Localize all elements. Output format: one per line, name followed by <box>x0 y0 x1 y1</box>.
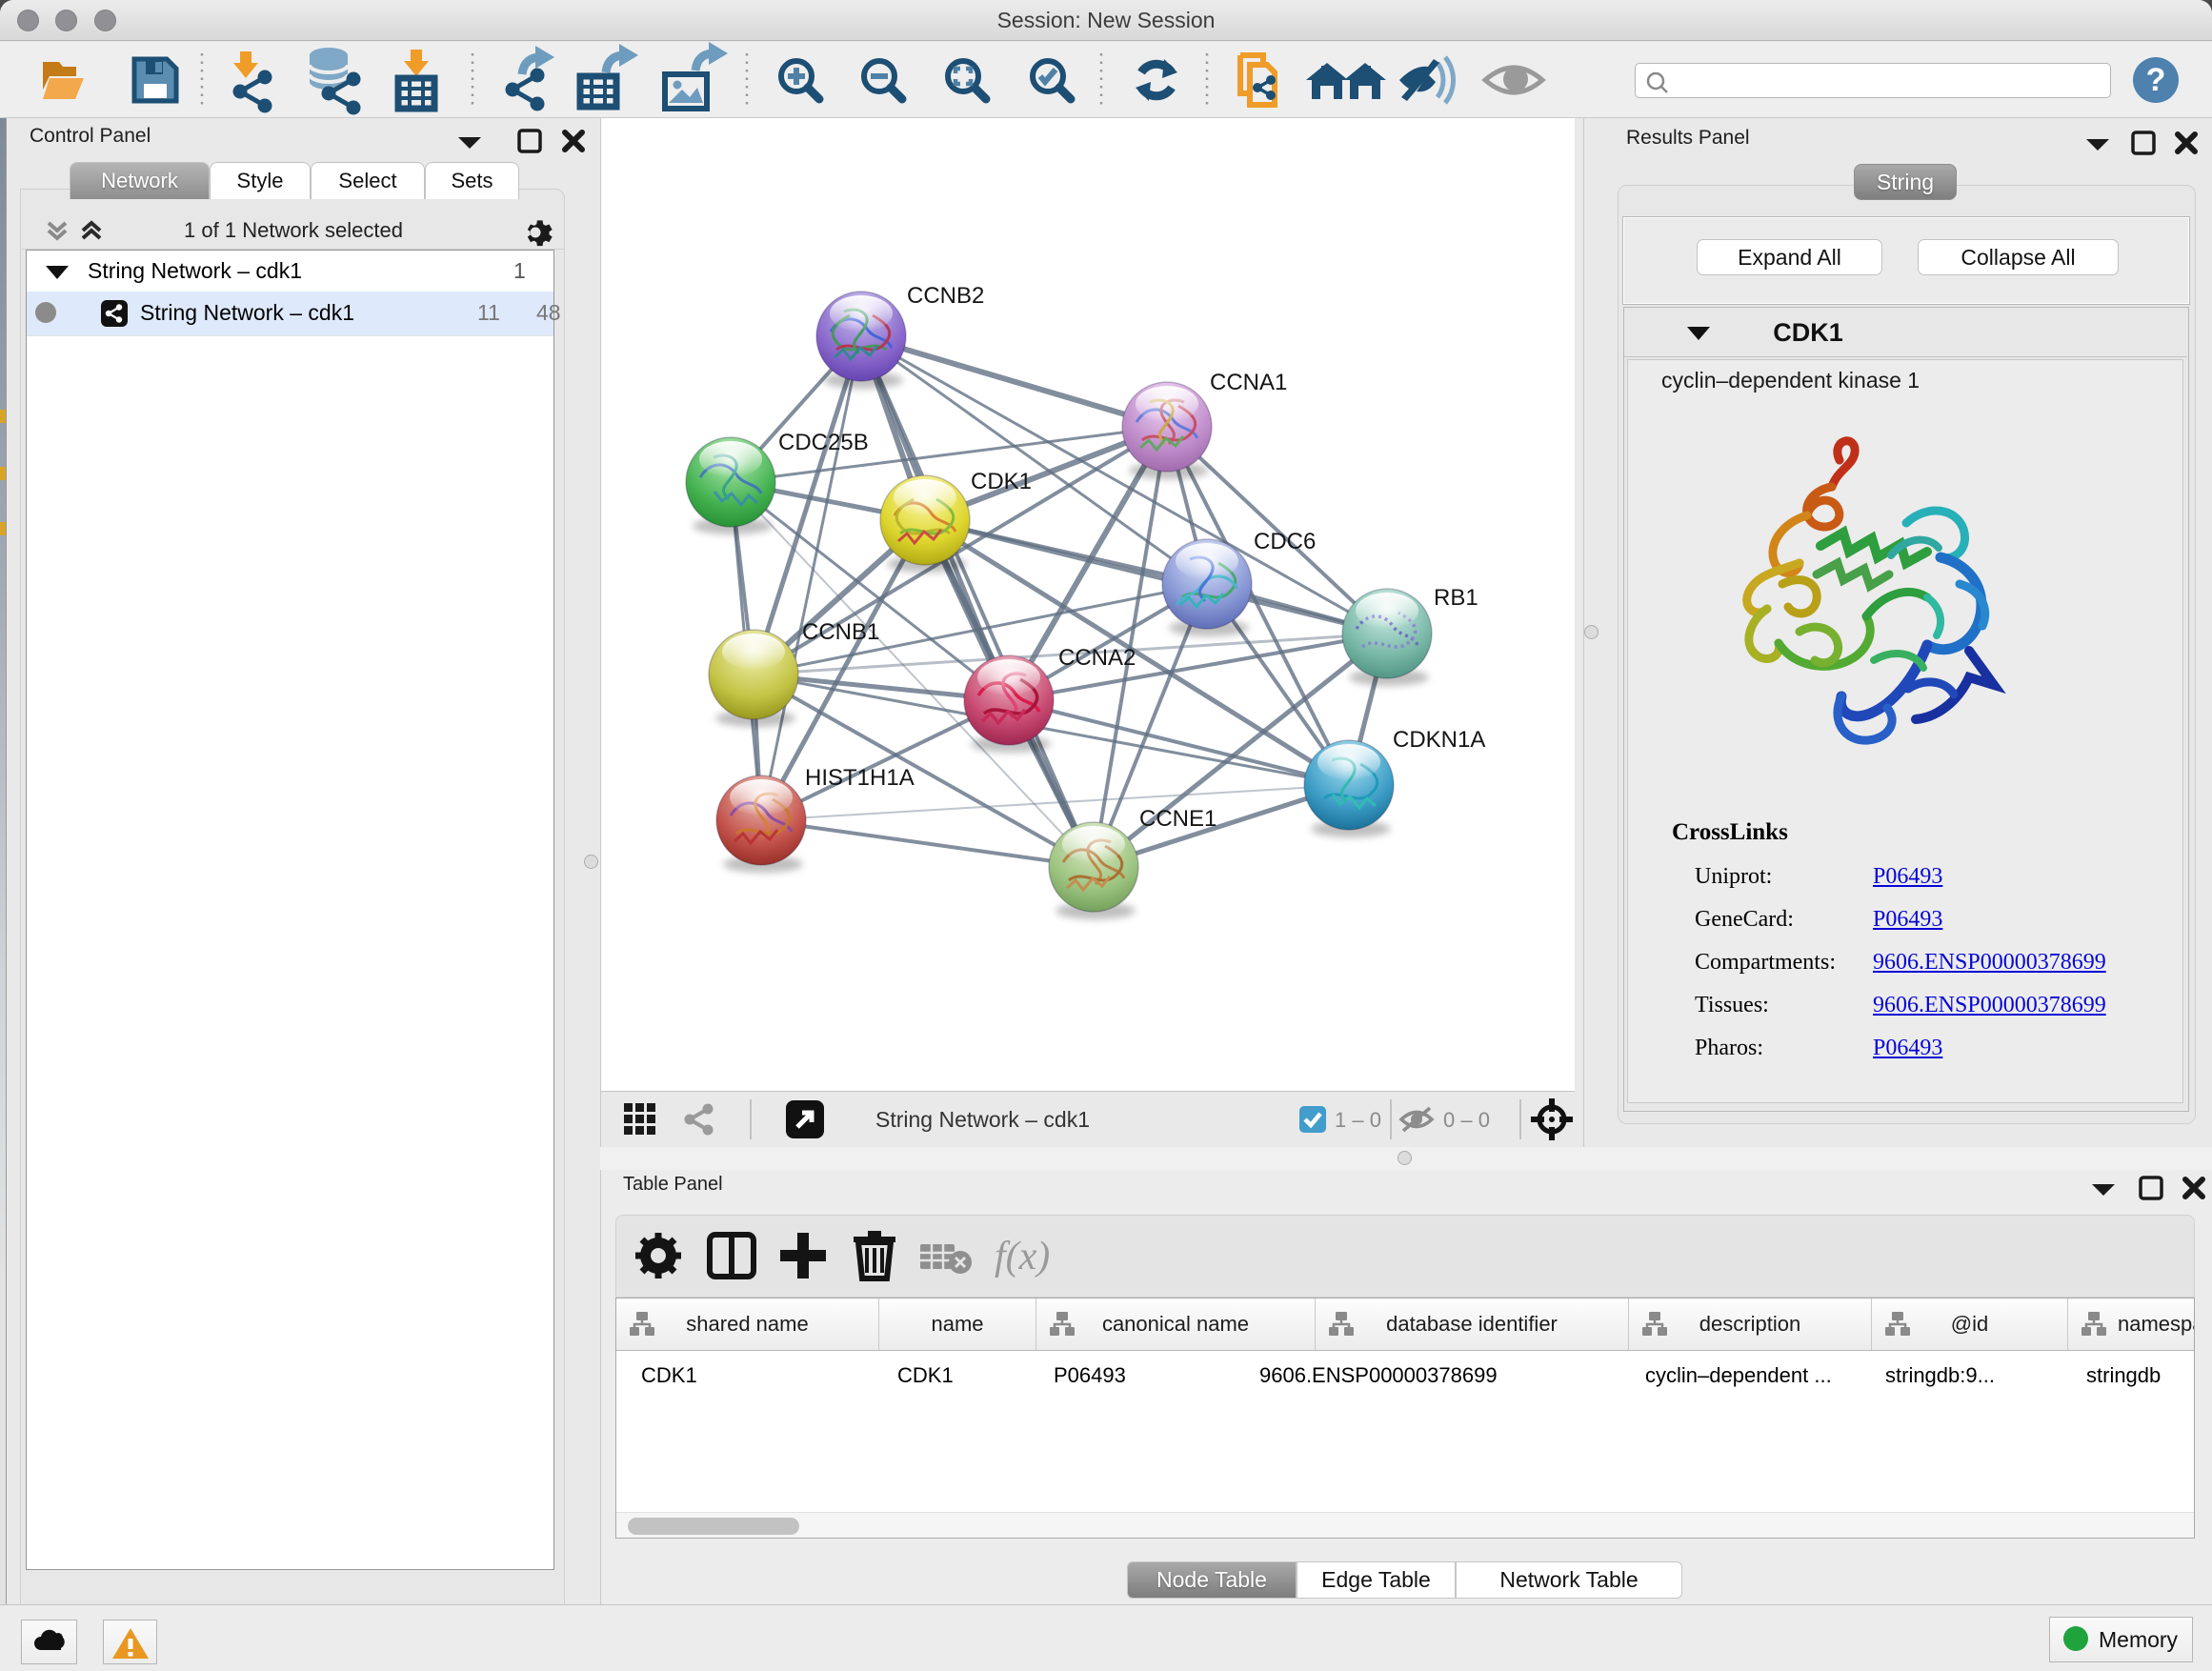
svg-text:f(x): f(x) <box>995 1235 1050 1278</box>
svg-text:HIST1H1A: HIST1H1A <box>805 765 915 791</box>
svg-text:String Network – cdk1: String Network – cdk1 <box>875 1107 1090 1132</box>
svg-text:CCNE1: CCNE1 <box>1139 806 1217 832</box>
svg-text:CDK1: CDK1 <box>971 469 1032 494</box>
svg-text:CDKN1A: CDKN1A <box>1393 727 1485 753</box>
svg-text:CDC6: CDC6 <box>1254 529 1316 554</box>
svg-text:1 – 0: 1 – 0 <box>1335 1108 1381 1132</box>
svg-text:CCNA1: CCNA1 <box>1210 370 1287 395</box>
svg-text:CDC25B: CDC25B <box>778 430 869 455</box>
svg-text:CCNB1: CCNB1 <box>802 619 879 645</box>
svg-text:RB1: RB1 <box>1434 585 1478 611</box>
svg-text:?: ? <box>2146 62 2166 98</box>
svg-text:CCNB2: CCNB2 <box>907 283 984 309</box>
svg-text:CCNA2: CCNA2 <box>1058 645 1136 671</box>
svg-text:0 – 0: 0 – 0 <box>1443 1108 1490 1132</box>
